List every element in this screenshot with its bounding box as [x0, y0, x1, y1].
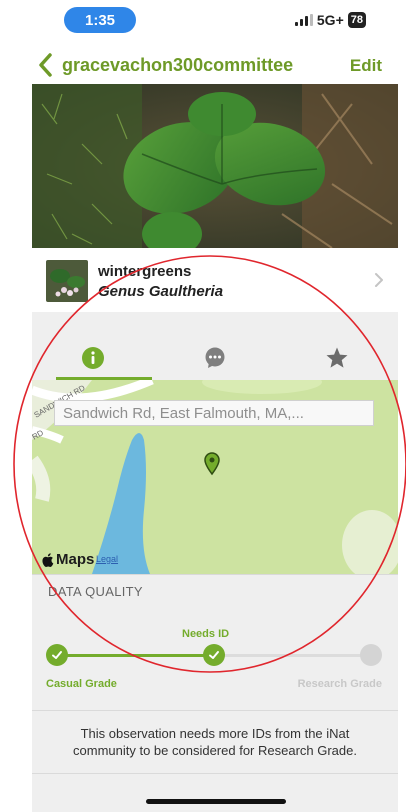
back-button[interactable]: gracevachon300committee [36, 50, 293, 80]
tab-info[interactable] [32, 336, 154, 380]
status-time: 1:35 [64, 7, 136, 33]
needs-id-dot [203, 644, 225, 666]
chevron-right-icon [375, 273, 383, 287]
home-indicator[interactable] [146, 799, 286, 804]
battery-icon: 78 [347, 12, 366, 28]
chat-icon [205, 347, 225, 368]
tab-favorites[interactable] [276, 336, 398, 380]
legal-link[interactable]: Legal [96, 554, 118, 564]
apple-maps-logo: Maps [42, 551, 94, 568]
research-grade-label: Research Grade [297, 678, 382, 690]
needs-id-label: Needs ID [182, 628, 230, 640]
data-quality-header: DATA QUALITY [32, 574, 398, 608]
star-icon [326, 347, 348, 368]
check-icon [209, 651, 219, 659]
chevron-left-icon [39, 53, 52, 77]
plant-photo-image [32, 84, 398, 248]
check-icon [52, 651, 62, 659]
detail-tabs [32, 336, 398, 380]
apple-icon [42, 552, 54, 567]
taxon-common-name: wintergreens [98, 262, 192, 280]
taxon-row[interactable]: wintergreens Genus Gaultheria [32, 250, 398, 312]
details-panel: SANDWICH RD RD Sandwich Rd, East Falmout… [32, 312, 398, 812]
research-grade-dot [360, 644, 382, 666]
network-type: 5G+ [316, 12, 344, 28]
tab-activity[interactable] [154, 336, 276, 380]
info-icon [82, 347, 104, 369]
map-location-field[interactable]: Sandwich Rd, East Falmouth, MA,... [54, 400, 374, 426]
status-indicators: 5G+ 78 [294, 12, 366, 28]
signal-icon [294, 14, 313, 26]
quality-progress-fill [56, 654, 213, 657]
taxon-names: wintergreens Genus Gaultheria [98, 263, 223, 300]
casual-grade-dot [46, 644, 68, 666]
data-quality-track: Needs ID Casual Grade Research Grade [32, 608, 398, 704]
maps-label: Maps [56, 551, 95, 568]
edit-button[interactable]: Edit [350, 56, 382, 76]
taxon-scientific-name: Genus Gaultheria [98, 282, 224, 300]
observation-photo[interactable] [32, 84, 398, 248]
nav-bar: gracevachon300committee Edit [0, 48, 406, 84]
data-quality-message: This observation needs more IDs from the… [32, 710, 398, 774]
location-map[interactable]: SANDWICH RD RD Sandwich Rd, East Falmout… [32, 380, 398, 574]
taxon-thumbnail [46, 260, 88, 302]
casual-grade-label: Casual Grade [46, 678, 117, 690]
back-button-label: gracevachon300committee [62, 54, 294, 75]
status-bar: 1:35 5G+ 78 [0, 0, 406, 44]
